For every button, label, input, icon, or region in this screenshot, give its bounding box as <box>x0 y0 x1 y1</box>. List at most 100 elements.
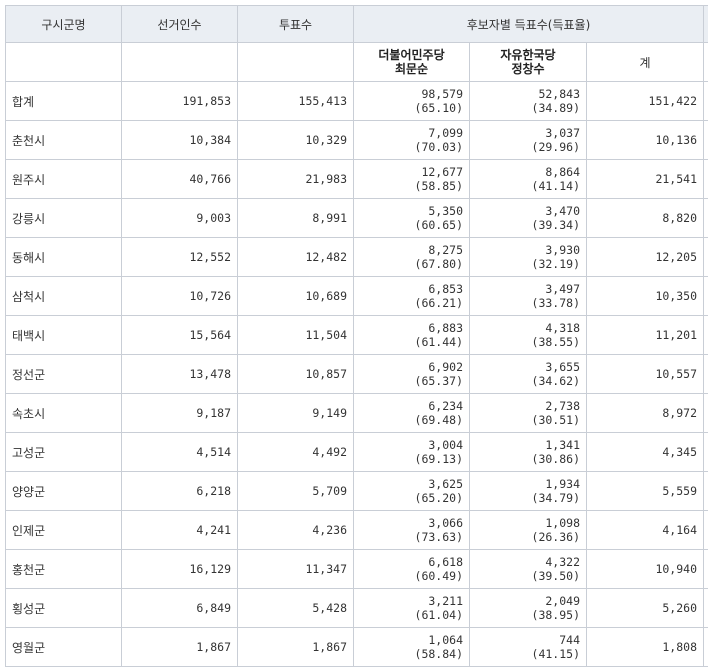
candidate-2-cell: 3,655 (34.62) <box>469 354 587 394</box>
candidate-2-rate: (26.36) <box>531 530 580 544</box>
total-cell: 10,350 <box>586 276 704 316</box>
candidate-1-votes: 6,902 <box>428 360 463 374</box>
candidate-2-cell: 1,341 (30.86) <box>469 432 587 472</box>
header-row: 구시군명 선거인수 투표수 후보자별 득표수(득표율) <box>5 5 708 43</box>
candidate-1-rate: (69.13) <box>414 452 463 466</box>
electors-cell: 10,384 <box>121 120 238 160</box>
votes-cell: 11,504 <box>237 315 354 355</box>
header-extra <box>703 5 708 43</box>
candidate-2-rate: (38.55) <box>531 335 580 349</box>
candidate-2-rate: (41.15) <box>531 647 580 661</box>
candidate-2-rate: (34.79) <box>531 491 580 505</box>
candidate-2-votes: 8,864 <box>545 165 580 179</box>
candidate-2-cell: 744 (41.15) <box>469 627 587 667</box>
candidate-1-rate: (70.03) <box>414 140 463 154</box>
candidate-1-cell: 5,350 (60.65) <box>353 198 470 238</box>
electors-cell: 1,867 <box>121 627 238 667</box>
candidate-1-votes: 3,066 <box>428 516 463 530</box>
votes-cell: 5,709 <box>237 471 354 511</box>
electors-cell: 4,241 <box>121 510 238 550</box>
table-row: 춘천시 10,384 10,329 7,099 (70.03) 3,037 (29.96) 1… <box>5 120 708 160</box>
region-cell: 횡성군 <box>5 588 122 628</box>
total-cell: 5,559 <box>586 471 704 511</box>
candidate-1-cell: 8,275 (67.80) <box>353 237 470 277</box>
electors-cell: 10,726 <box>121 276 238 316</box>
candidate-2-votes: 1,934 <box>545 477 580 491</box>
votes-cell: 10,689 <box>237 276 354 316</box>
candidate-header-row: 더불어민주당 최문순 자유한국당 정창수 계 <box>5 42 708 82</box>
candidate-2-cell: 3,497 (33.78) <box>469 276 587 316</box>
subhead-empty-votes <box>237 42 354 82</box>
candidate-1-name: 최문순 <box>394 62 429 76</box>
candidate-2-cell: 52,843 (34.89) <box>469 81 587 121</box>
candidate-1-cell: 6,902 (65.37) <box>353 354 470 394</box>
table-row: 홍천군 16,129 11,347 6,618 (60.49) 4,322 (39.50) 1… <box>5 549 708 589</box>
candidate-1-votes: 6,618 <box>428 555 463 569</box>
candidate-1-votes: 6,234 <box>428 399 463 413</box>
table-row: 합계 191,853 155,413 98,579 (65.10) 52,843 (34.8… <box>5 81 708 121</box>
electors-cell: 191,853 <box>121 81 238 121</box>
candidate-1-rate: (60.65) <box>414 218 463 232</box>
region-cell: 양양군 <box>5 471 122 511</box>
candidate-1-rate: (58.85) <box>414 179 463 193</box>
candidate-1-votes: 3,211 <box>428 594 463 608</box>
candidate-1-cell: 7,099 (70.03) <box>353 120 470 160</box>
candidate-2-rate: (30.86) <box>531 452 580 466</box>
candidate-1-votes: 3,004 <box>428 438 463 452</box>
candidate-1-votes: 7,099 <box>428 126 463 140</box>
candidate-1-rate: (69.48) <box>414 413 463 427</box>
candidate-2-cell: 1,934 (34.79) <box>469 471 587 511</box>
votes-cell: 155,413 <box>237 81 354 121</box>
electors-cell: 13,478 <box>121 354 238 394</box>
total-header: 계 <box>586 42 704 82</box>
region-cell: 원주시 <box>5 159 122 199</box>
votes-cell: 4,236 <box>237 510 354 550</box>
table-row: 강릉시 9,003 8,991 5,350 (60.65) 3,470 (39.34) 8,8… <box>5 198 708 238</box>
candidate-2-rate: (41.14) <box>531 179 580 193</box>
candidate-2-rate: (29.96) <box>531 140 580 154</box>
candidate-1-header: 더불어민주당 최문순 <box>353 42 470 82</box>
region-cell: 영월군 <box>5 627 122 667</box>
region-cell: 강릉시 <box>5 198 122 238</box>
candidate-2-rate: (33.78) <box>531 296 580 310</box>
votes-cell: 11,347 <box>237 549 354 589</box>
extra-cell <box>703 81 708 121</box>
electors-cell: 12,552 <box>121 237 238 277</box>
extra-cell <box>703 120 708 160</box>
header-candidate-votes: 후보자별 득표수(득표율) <box>353 5 704 43</box>
table-row: 횡성군 6,849 5,428 3,211 (61.04) 2,049 (38.95) 5,2… <box>5 588 708 628</box>
candidate-2-votes: 52,843 <box>538 87 580 101</box>
candidate-2-rate: (34.89) <box>531 101 580 115</box>
candidate-2-votes: 3,497 <box>545 282 580 296</box>
candidate-1-votes: 6,853 <box>428 282 463 296</box>
candidate-2-votes: 4,318 <box>545 321 580 335</box>
candidate-2-rate: (32.19) <box>531 257 580 271</box>
candidate-2-votes: 1,098 <box>545 516 580 530</box>
region-cell: 고성군 <box>5 432 122 472</box>
region-cell: 삼척시 <box>5 276 122 316</box>
candidate-1-cell: 6,883 (61.44) <box>353 315 470 355</box>
table-row: 인제군 4,241 4,236 3,066 (73.63) 1,098 (26.36) 4,1… <box>5 510 708 550</box>
table-row: 양양군 6,218 5,709 3,625 (65.20) 1,934 (34.79) 5,5… <box>5 471 708 511</box>
candidate-1-votes: 8,275 <box>428 243 463 257</box>
candidate-2-votes: 1,341 <box>545 438 580 452</box>
candidate-1-votes: 6,883 <box>428 321 463 335</box>
extra-cell <box>703 549 708 589</box>
region-cell: 동해시 <box>5 237 122 277</box>
candidate-1-rate: (66.21) <box>414 296 463 310</box>
candidate-2-cell: 3,470 (39.34) <box>469 198 587 238</box>
votes-cell: 21,983 <box>237 159 354 199</box>
candidate-2-party: 자유한국당 <box>500 48 556 62</box>
table-row: 원주시 40,766 21,983 12,677 (58.85) 8,864 (41.14)… <box>5 159 708 199</box>
total-cell: 5,260 <box>586 588 704 628</box>
candidate-1-cell: 6,618 (60.49) <box>353 549 470 589</box>
table-row: 삼척시 10,726 10,689 6,853 (66.21) 3,497 (33.78) 1… <box>5 276 708 316</box>
candidate-1-votes: 98,579 <box>421 87 463 101</box>
candidate-1-rate: (61.04) <box>414 608 463 622</box>
candidate-2-votes: 3,470 <box>545 204 580 218</box>
region-cell: 인제군 <box>5 510 122 550</box>
candidate-2-name: 정창수 <box>511 62 545 76</box>
candidate-1-cell: 1,064 (58.84) <box>353 627 470 667</box>
candidate-1-cell: 12,677 (58.85) <box>353 159 470 199</box>
candidate-1-rate: (58.84) <box>414 647 463 661</box>
